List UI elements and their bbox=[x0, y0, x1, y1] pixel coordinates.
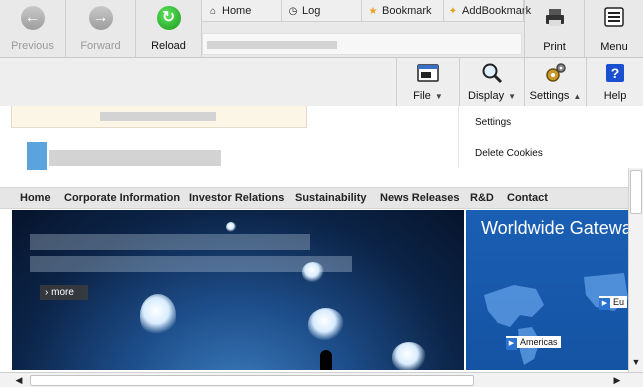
lantern-icon bbox=[140, 294, 176, 336]
site-logo[interactable] bbox=[27, 142, 227, 170]
redacted-logo-text bbox=[49, 150, 221, 166]
display-menu-button[interactable]: Display ▼ bbox=[459, 58, 524, 106]
settings-menu-label: Settings ▲ bbox=[529, 90, 582, 102]
back-arrow-icon: ← bbox=[20, 6, 45, 30]
lantern-icon bbox=[226, 222, 236, 232]
horizontal-scroll-thumb[interactable] bbox=[30, 375, 474, 386]
previous-label: Previous bbox=[11, 40, 54, 52]
horizontal-scrollbar[interactable]: ◀ ▶ bbox=[0, 372, 643, 387]
nav-corporate-information[interactable]: Corporate Information bbox=[64, 192, 180, 204]
reload-icon: ↻ bbox=[156, 6, 181, 30]
redacted-notice bbox=[100, 112, 216, 121]
clock-icon: ◷ bbox=[288, 6, 298, 17]
scroll-right-arrow-icon[interactable]: ▶ bbox=[610, 374, 624, 387]
gears-icon bbox=[545, 63, 566, 82]
scroll-left-arrow-icon[interactable]: ◀ bbox=[12, 374, 26, 387]
silhouette-icon bbox=[320, 350, 332, 370]
log-link-label: Log bbox=[302, 5, 321, 17]
dropdown-up-arrow-icon: ▲ bbox=[573, 92, 582, 101]
previous-button[interactable]: ← Previous bbox=[0, 0, 66, 57]
more-button[interactable]: › more bbox=[40, 285, 88, 300]
file-menu-label: File ▼ bbox=[413, 90, 443, 102]
svg-text:?: ? bbox=[611, 65, 620, 81]
home-link-label: Home bbox=[222, 5, 252, 17]
add-bookmark-link[interactable]: ✦ AddBookmark bbox=[444, 0, 531, 22]
dropdown-arrow-icon: ▼ bbox=[434, 92, 443, 101]
printer-icon bbox=[546, 9, 564, 26]
star-icon: ★ bbox=[368, 6, 378, 17]
home-link[interactable]: ⌂ Home bbox=[202, 0, 282, 22]
settings-menu-button[interactable]: Settings ▲ bbox=[524, 58, 586, 106]
redacted-url bbox=[207, 41, 337, 49]
menu-button[interactable]: Menu bbox=[584, 0, 643, 57]
nav-news-releases[interactable]: News Releases bbox=[380, 192, 460, 204]
help-icon: ? bbox=[606, 64, 624, 82]
menu-label: Menu bbox=[600, 41, 628, 53]
nav-investor-relations[interactable]: Investor Relations bbox=[189, 192, 284, 204]
print-label: Print bbox=[543, 41, 566, 53]
arrow-right-icon: ▶ bbox=[506, 338, 517, 350]
nav-rd[interactable]: R&D bbox=[470, 192, 494, 204]
help-menu-button[interactable]: ? Help bbox=[586, 58, 643, 106]
europe-label: Eu bbox=[613, 297, 625, 307]
delete-cookies-menu-item[interactable]: Delete Cookies bbox=[475, 148, 543, 159]
help-menu-label: Help bbox=[603, 90, 627, 102]
nav-sustainability[interactable]: Sustainability bbox=[295, 192, 367, 204]
print-button[interactable]: Print bbox=[524, 0, 584, 57]
europe-link[interactable]: ▶ Eu bbox=[599, 296, 628, 310]
address-bar[interactable] bbox=[202, 33, 522, 55]
browser-toolbar: ← Previous → Forward ↻ Reload ⌂ Home ◷ Log… bbox=[0, 0, 643, 58]
nav-home[interactable]: Home bbox=[20, 192, 51, 204]
forward-button[interactable]: → Forward bbox=[66, 0, 136, 57]
gateway-title: Worldwide Gateway bbox=[481, 218, 628, 238]
redacted-headline bbox=[30, 234, 310, 250]
menu-list-icon bbox=[604, 7, 624, 27]
dropdown-arrow-icon: ▼ bbox=[508, 92, 516, 101]
reload-label: Reload bbox=[151, 40, 186, 52]
lantern-icon bbox=[392, 342, 426, 370]
add-bookmark-label: AddBookmark bbox=[462, 5, 532, 17]
logo-mark-icon bbox=[27, 142, 47, 170]
file-menu-button[interactable]: File ▼ bbox=[396, 58, 459, 106]
world-map-icon bbox=[484, 273, 628, 365]
forward-arrow-icon: → bbox=[88, 6, 113, 30]
scroll-down-arrow-icon[interactable]: ▼ bbox=[630, 356, 642, 368]
site-navigation: Home Corporate Information Investor Rela… bbox=[0, 187, 628, 209]
vertical-scroll-thumb[interactable] bbox=[630, 170, 642, 214]
lantern-icon bbox=[302, 262, 324, 282]
settings-menu-item[interactable]: Settings bbox=[475, 117, 511, 128]
file-window-icon bbox=[417, 64, 439, 82]
nav-contact[interactable]: Contact bbox=[507, 192, 548, 204]
house-icon: ⌂ bbox=[209, 6, 217, 17]
reload-button[interactable]: ↻ Reload bbox=[136, 0, 202, 57]
bookmark-link[interactable]: ★ Bookmark bbox=[362, 0, 444, 22]
americas-link[interactable]: ▶ Americas bbox=[506, 336, 561, 350]
settings-dropdown: Settings Delete Cookies bbox=[458, 106, 638, 168]
notification-bar bbox=[11, 106, 307, 128]
lantern-icon bbox=[308, 308, 344, 340]
star-plus-icon: ✦ bbox=[448, 6, 458, 17]
hero-banner[interactable]: › more bbox=[12, 210, 464, 370]
bookmark-link-label: Bookmark bbox=[382, 5, 432, 17]
log-link[interactable]: ◷ Log bbox=[282, 0, 362, 22]
display-menu-label: Display ▼ bbox=[468, 90, 516, 102]
worldwide-gateway-panel[interactable]: Worldwide Gateway ▶ Americas ▶ Eu bbox=[466, 210, 628, 370]
arrow-right-icon: ▶ bbox=[599, 298, 610, 310]
americas-label: Americas bbox=[520, 337, 558, 347]
magnifier-icon bbox=[482, 63, 503, 84]
menu-toolbar: File ▼ Display ▼ Settings ▲ ? Help bbox=[0, 58, 643, 106]
vertical-scrollbar[interactable]: ▼ bbox=[628, 168, 643, 372]
forward-label: Forward bbox=[80, 40, 121, 52]
